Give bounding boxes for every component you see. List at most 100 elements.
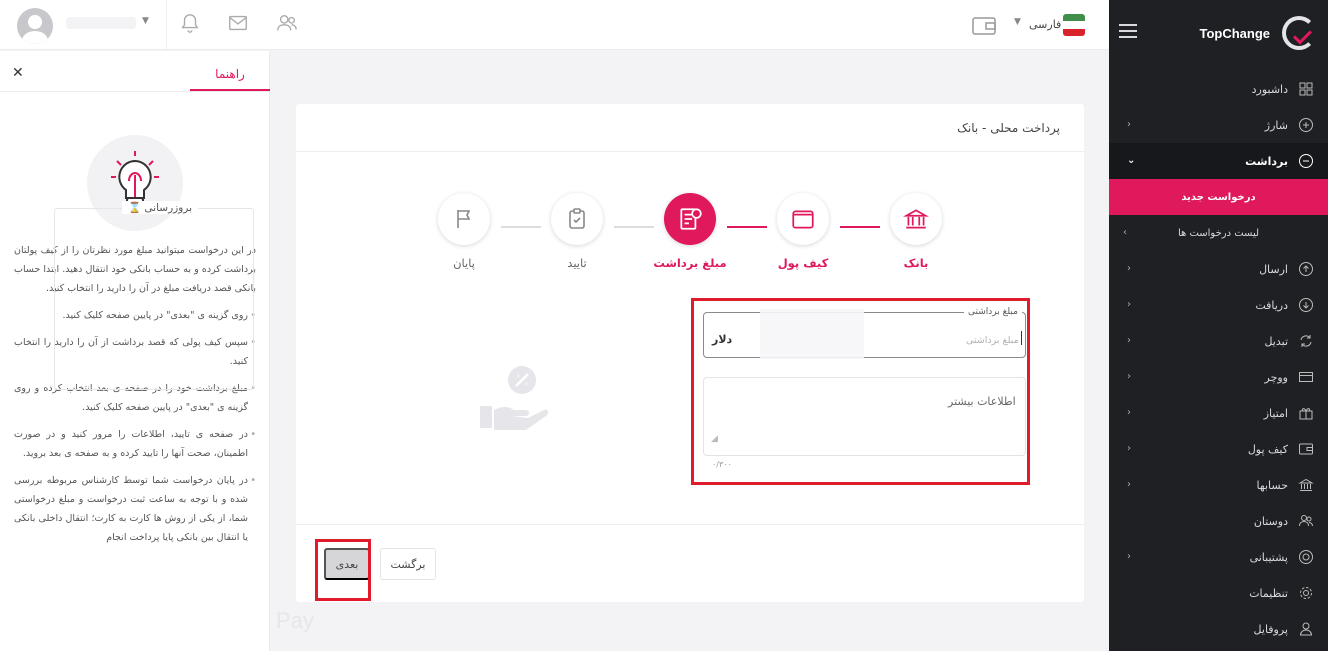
exchange-icon [1300, 335, 1312, 347]
sidebar-item-label: داشبورد [1251, 82, 1288, 96]
step-label-finish: پایان [453, 256, 475, 270]
chevron-left-icon: ‹ [1127, 299, 1131, 310]
step-label-confirm: تایید [567, 256, 587, 270]
sidebar-item-receive[interactable]: دریافت ‹ [1109, 287, 1328, 323]
bank-icon [1298, 478, 1314, 491]
help-tab[interactable]: راهنما [190, 61, 270, 91]
chevron-left-icon: ‹ [1127, 551, 1131, 562]
sidebar-item-support[interactable]: پشتیبانی ‹ [1109, 539, 1328, 575]
highlight-box [691, 298, 1030, 485]
sidebar-item-settings[interactable]: تنظیمات [1109, 575, 1328, 611]
sidebar-item-label: ارسال [1259, 262, 1288, 276]
step-label-wallet: کیف پول [777, 256, 829, 270]
sidebar-item-points[interactable]: امتیاز ‹ [1109, 395, 1328, 431]
sidebar-item-label: امتیاز [1263, 406, 1288, 420]
chevron-left-icon: ‹ [1127, 119, 1131, 130]
sidebar-item-dashboard[interactable]: داشبورد [1109, 71, 1328, 107]
language-caret-icon[interactable]: ▼ [1014, 17, 1021, 27]
sidebar-item-label: کیف پول [1247, 442, 1288, 456]
hand-coin-icon [480, 366, 549, 430]
grid-icon [1299, 82, 1313, 96]
sidebar-item-withdraw[interactable]: برداشت ⌄ [1109, 143, 1328, 179]
step-finish[interactable] [438, 193, 490, 245]
step-confirm[interactable] [551, 193, 603, 245]
sidebar-item-label: پروفایل [1253, 622, 1288, 636]
avatar[interactable] [17, 8, 53, 44]
preview-label: بروزرسانی ⌛ [122, 201, 199, 214]
sidebar-item-wallet[interactable]: کیف پول ‹ [1109, 431, 1328, 467]
help-bullet: در صفحه ی تایید، اطلاعات را مرور کنید و … [14, 425, 256, 463]
sidebar-subitem-label: لیست درخواست ها [1177, 227, 1260, 239]
back-button[interactable]: برگشت [380, 548, 436, 580]
sidebar-item-friends[interactable]: دوستان [1109, 503, 1328, 539]
step-connector [727, 226, 767, 228]
top-bar: ▼ ▼ فارسی [0, 0, 1109, 50]
users-icon[interactable] [276, 12, 298, 34]
step-label-bank: بانک [903, 256, 929, 270]
user-menu-caret-icon[interactable]: ▼ [142, 16, 149, 26]
username-redacted[interactable] [66, 17, 136, 29]
chevron-left-icon: ‹ [1127, 479, 1131, 490]
sidebar-item-send[interactable]: ارسال ‹ [1109, 251, 1328, 287]
sidebar-item-charge[interactable]: شارژ ‹ [1109, 107, 1328, 143]
minus-circle-icon [1299, 154, 1313, 168]
app-name: TopChange [1199, 25, 1270, 41]
hourglass-icon[interactable]: ⌛ [128, 202, 141, 214]
sidebar-item-label: ووچر [1264, 370, 1289, 384]
iran-flag-icon[interactable] [1063, 14, 1085, 36]
step-connector [501, 226, 541, 228]
sidebar-item-label: تنظیمات [1249, 586, 1288, 600]
watermark: Pay [276, 608, 314, 633]
sidebar-item-label: برداشت [1245, 154, 1288, 168]
help-bullet: در پایان درخواست شما توسط کارشناس مربوطه… [14, 471, 256, 547]
close-icon[interactable]: ✕ [12, 65, 24, 81]
highlight-box [315, 539, 371, 601]
step-connector [614, 226, 654, 228]
sidebar-menu: داشبورد شارژ ‹ برداشت ⌄ درخواست جدید لیس… [1109, 71, 1328, 647]
divider [166, 0, 167, 50]
sidebar-item-label: شارژ [1264, 118, 1288, 132]
arrow-down-circle-icon [1299, 298, 1313, 312]
preview-label-text: بروزرسانی [144, 202, 193, 214]
gift-icon [1299, 408, 1313, 420]
sidebar-subitem-request-list[interactable]: لیست درخواست ها ‹ [1109, 215, 1328, 251]
sidebar-item-label: تبدیل [1264, 334, 1288, 348]
step-wallet[interactable] [777, 193, 829, 245]
sidebar-subitem-new-request[interactable]: درخواست جدید [1109, 179, 1328, 215]
mail-icon[interactable] [227, 12, 249, 34]
bank-icon [903, 209, 929, 229]
sidebar-item-accounts[interactable]: حسابها ‹ [1109, 467, 1328, 503]
logo-icon [1282, 16, 1316, 50]
sidebar-item-voucher[interactable]: ووچر ‹ [1109, 359, 1328, 395]
gear-icon [1300, 587, 1312, 599]
divider [296, 524, 1084, 525]
page-title: پرداخت محلی - بانک [296, 104, 1084, 152]
chevron-left-icon: ‹ [1127, 335, 1131, 346]
chevron-left-icon: ‹ [1123, 227, 1127, 238]
sidebar-item-exchange[interactable]: تبدیل ‹ [1109, 323, 1328, 359]
chevron-left-icon: ‹ [1127, 443, 1131, 454]
wallet-icon [1299, 443, 1313, 455]
clipboard-icon [569, 208, 585, 229]
friends-icon [1299, 515, 1313, 527]
sidebar-item-profile[interactable]: پروفایل [1109, 611, 1328, 647]
step-amount[interactable] [664, 193, 716, 245]
bell-icon[interactable] [179, 12, 201, 34]
lifebuoy-icon [1299, 550, 1313, 564]
sidebar-item-label: دریافت [1255, 298, 1288, 312]
step-connector [840, 226, 880, 228]
step-bank[interactable] [890, 193, 942, 245]
step-label-amount: مبلغ برداشت [653, 256, 727, 270]
sidebar-item-label: پشتیبانی [1249, 550, 1288, 564]
card-icon [1299, 372, 1313, 382]
sidebar: TopChange داشبورد شارژ ‹ برداشت ⌄ درخواس… [1109, 0, 1328, 651]
wallet-icon [792, 210, 814, 229]
logo[interactable]: TopChange [1109, 0, 1328, 66]
menu-icon[interactable] [1119, 24, 1137, 38]
invoice-icon [680, 208, 702, 230]
wallet-icon[interactable] [972, 16, 996, 36]
sidebar-item-label: حسابها [1256, 478, 1288, 492]
language-select[interactable]: فارسی [1029, 18, 1061, 31]
chevron-left-icon: ‹ [1127, 263, 1131, 274]
user-icon [1299, 622, 1313, 636]
